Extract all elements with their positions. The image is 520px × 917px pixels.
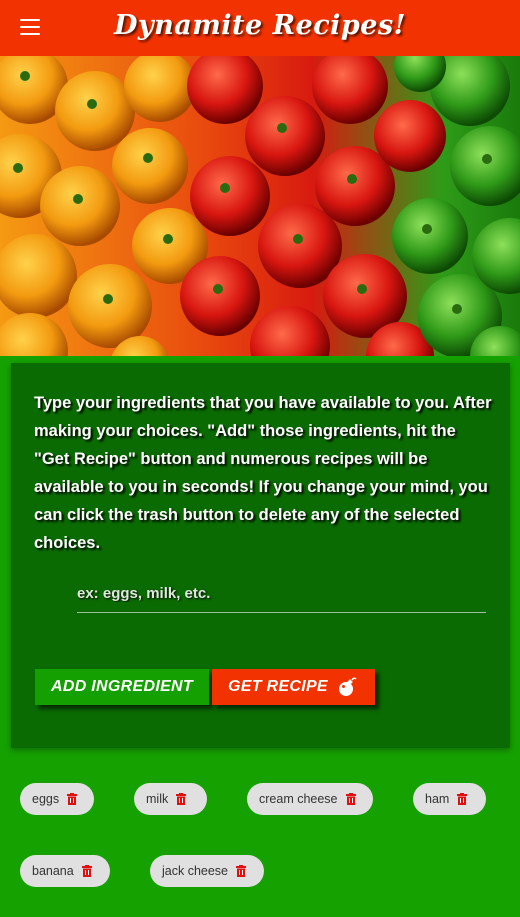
ingredient-chip: eggs	[20, 783, 94, 815]
ingredient-chip: jack cheese	[150, 855, 264, 887]
chip-label: milk	[146, 792, 169, 806]
chip-label: banana	[32, 864, 74, 878]
peppers-illustration	[0, 56, 520, 356]
top-navbar: Dynamite Recipes!	[0, 0, 520, 56]
chip-label: cream cheese	[259, 792, 338, 806]
trash-icon[interactable]	[176, 793, 187, 805]
ingredient-chip: ham	[413, 783, 486, 815]
ingredient-input[interactable]	[77, 578, 486, 608]
ingredient-chip: banana	[20, 855, 110, 887]
chip-label: jack cheese	[162, 864, 229, 878]
ingredient-chip: milk	[134, 783, 207, 815]
ingredient-card: Type your ingredients that you have avai…	[11, 363, 510, 748]
trash-icon[interactable]	[345, 793, 356, 805]
chip-label: ham	[425, 792, 450, 806]
trash-icon[interactable]	[457, 793, 468, 805]
ingredient-chip: cream cheese	[247, 783, 373, 815]
trash-icon[interactable]	[67, 793, 78, 805]
trash-icon[interactable]	[236, 865, 247, 877]
app-title: Dynamite Recipes!	[113, 10, 407, 41]
get-recipe-button[interactable]: GET RECIPE	[212, 669, 375, 705]
trash-icon[interactable]	[81, 865, 92, 877]
instructions-text: Type your ingredients that you have avai…	[34, 394, 492, 552]
add-ingredient-label: ADD INGREDIENT	[51, 678, 193, 695]
bomb-icon	[339, 677, 357, 696]
get-recipe-label: GET RECIPE	[228, 678, 328, 695]
hero-image	[0, 56, 520, 356]
chip-label: eggs	[32, 792, 60, 806]
ingredient-field	[77, 578, 486, 613]
add-ingredient-button[interactable]: ADD INGREDIENT	[35, 669, 209, 705]
